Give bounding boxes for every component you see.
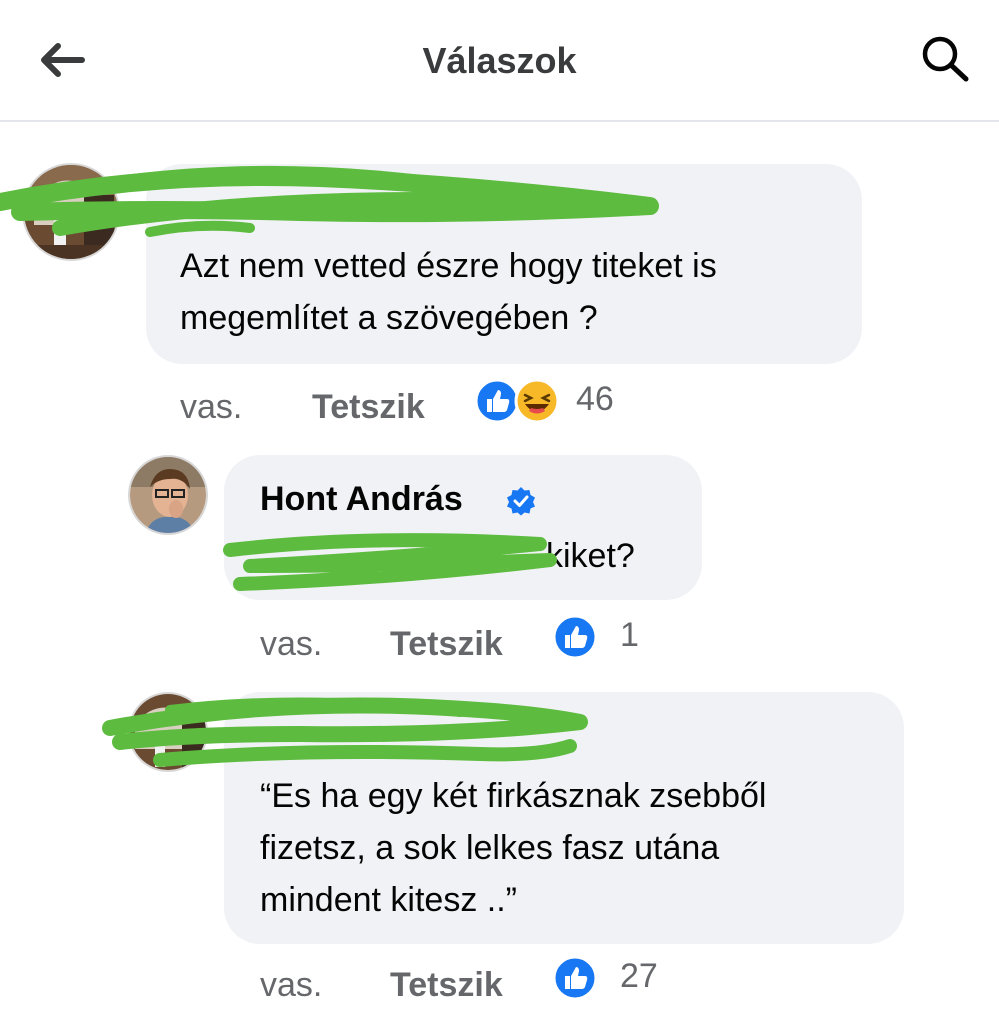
comment-time[interactable]: vas. [260, 625, 322, 664]
avatar[interactable] [128, 455, 208, 535]
like-button[interactable]: Tetszik [390, 625, 503, 664]
avatar[interactable] [128, 692, 208, 772]
like-reaction-icon [552, 614, 598, 660]
like-button[interactable]: Tetszik [312, 388, 425, 427]
avatar[interactable] [22, 163, 120, 261]
comment-time[interactable]: vas. [260, 966, 322, 1005]
top-bar: Válaszok [0, 0, 999, 122]
comment-text: Azt nem vetted észre hogy titeket is meg… [180, 247, 717, 337]
reaction-count[interactable]: 46 [576, 380, 614, 419]
haha-reaction-icon [514, 378, 560, 424]
like-reaction-icon [552, 955, 598, 1001]
comment-author[interactable]: Hont András [260, 480, 463, 519]
verified-badge-icon [507, 487, 535, 516]
like-button[interactable]: Tetszik [390, 966, 503, 1005]
comment-time[interactable]: vas. [180, 388, 242, 427]
comment-text: kiket? [546, 537, 635, 575]
search-button[interactable] [918, 34, 974, 84]
reaction-count[interactable]: 1 [620, 616, 639, 655]
comment-text: “Es ha egy két firkásznak zsebből fizets… [260, 777, 767, 919]
page-title: Válaszok [422, 40, 577, 81]
search-icon [922, 36, 969, 82]
reaction-count[interactable]: 27 [620, 957, 658, 996]
